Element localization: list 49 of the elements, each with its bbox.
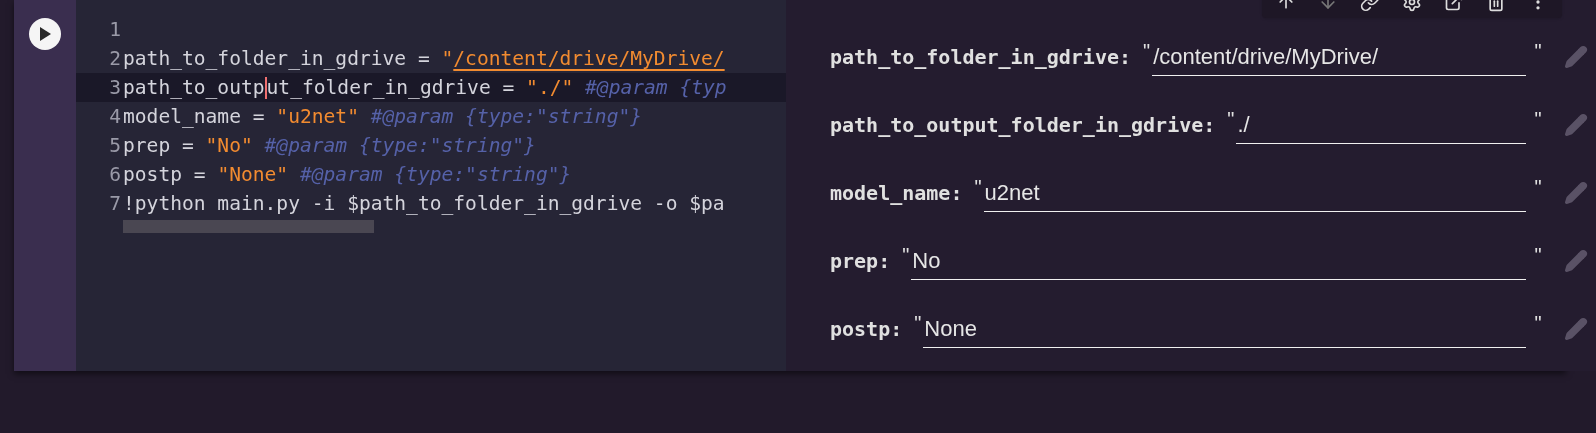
path-link[interactable]: /content/drive/MyDrive/ [453,43,725,74]
field-label: path_to_output_folder_in_gdrive: [830,112,1216,139]
horizontal-scrollbar[interactable] [123,220,374,233]
code-comment: #@param {type:"string"} [263,132,536,159]
line-number: 2 [108,45,122,72]
field-label: postp: [830,316,903,343]
field-label: model_name: [830,180,963,207]
text-cursor [264,76,267,99]
quote-mark: " [1534,311,1542,336]
string-literal: "./" [526,74,574,101]
line-number: 1 [108,16,122,43]
code-comment: #@param {typ [584,74,727,101]
code-text: model_name = [123,103,266,130]
quote-mark: " [1143,39,1151,64]
quote-mark: " [1534,107,1542,132]
text-field[interactable]: No [911,242,1527,280]
code-comment: #@param {type:"string"} [369,103,643,130]
field-label: path_to_folder_in_gdrive: [830,44,1132,71]
code-text: path_to_folder_in_gdrive = [123,45,431,72]
quote-mark: " [974,175,982,200]
text-field[interactable]: u2net [983,174,1527,212]
code-text: !python main.py -i $path_to_folder_in_gdrive -o $pa [123,190,725,217]
text-field[interactable]: /content/drive/MyDrive/ [1152,38,1527,76]
code-editor[interactable] [76,0,786,371]
line-number: 4 [108,103,122,130]
string-literal: "u2net" [276,103,359,130]
line-number: 7 [108,190,122,217]
code-text: postp = [123,161,207,188]
quote-mark: " [1227,107,1235,132]
run-button[interactable] [29,18,61,50]
text-field[interactable]: ./ [1236,106,1527,144]
string-literal: "None" [217,161,289,188]
line-number: 3 [108,74,122,101]
quote-mark: " [914,311,922,336]
code-text: ut_folder_in_gdrive = [266,74,516,101]
string-literal: " [441,45,454,72]
code-text: prep = [123,132,195,159]
field-label: prep: [830,248,891,275]
play-icon [39,27,51,41]
string-literal: "No" [205,132,253,159]
line-number: 6 [108,161,122,188]
code-comment: #@param {type:"string"} [298,161,572,188]
line-number: 5 [108,132,122,159]
text-field[interactable]: None [923,310,1527,348]
quote-mark: " [1534,175,1542,200]
code-text: path_to_outp [123,74,265,101]
quote-mark: " [902,243,910,268]
quote-mark: " [1534,39,1542,64]
quote-mark: " [1534,243,1542,268]
